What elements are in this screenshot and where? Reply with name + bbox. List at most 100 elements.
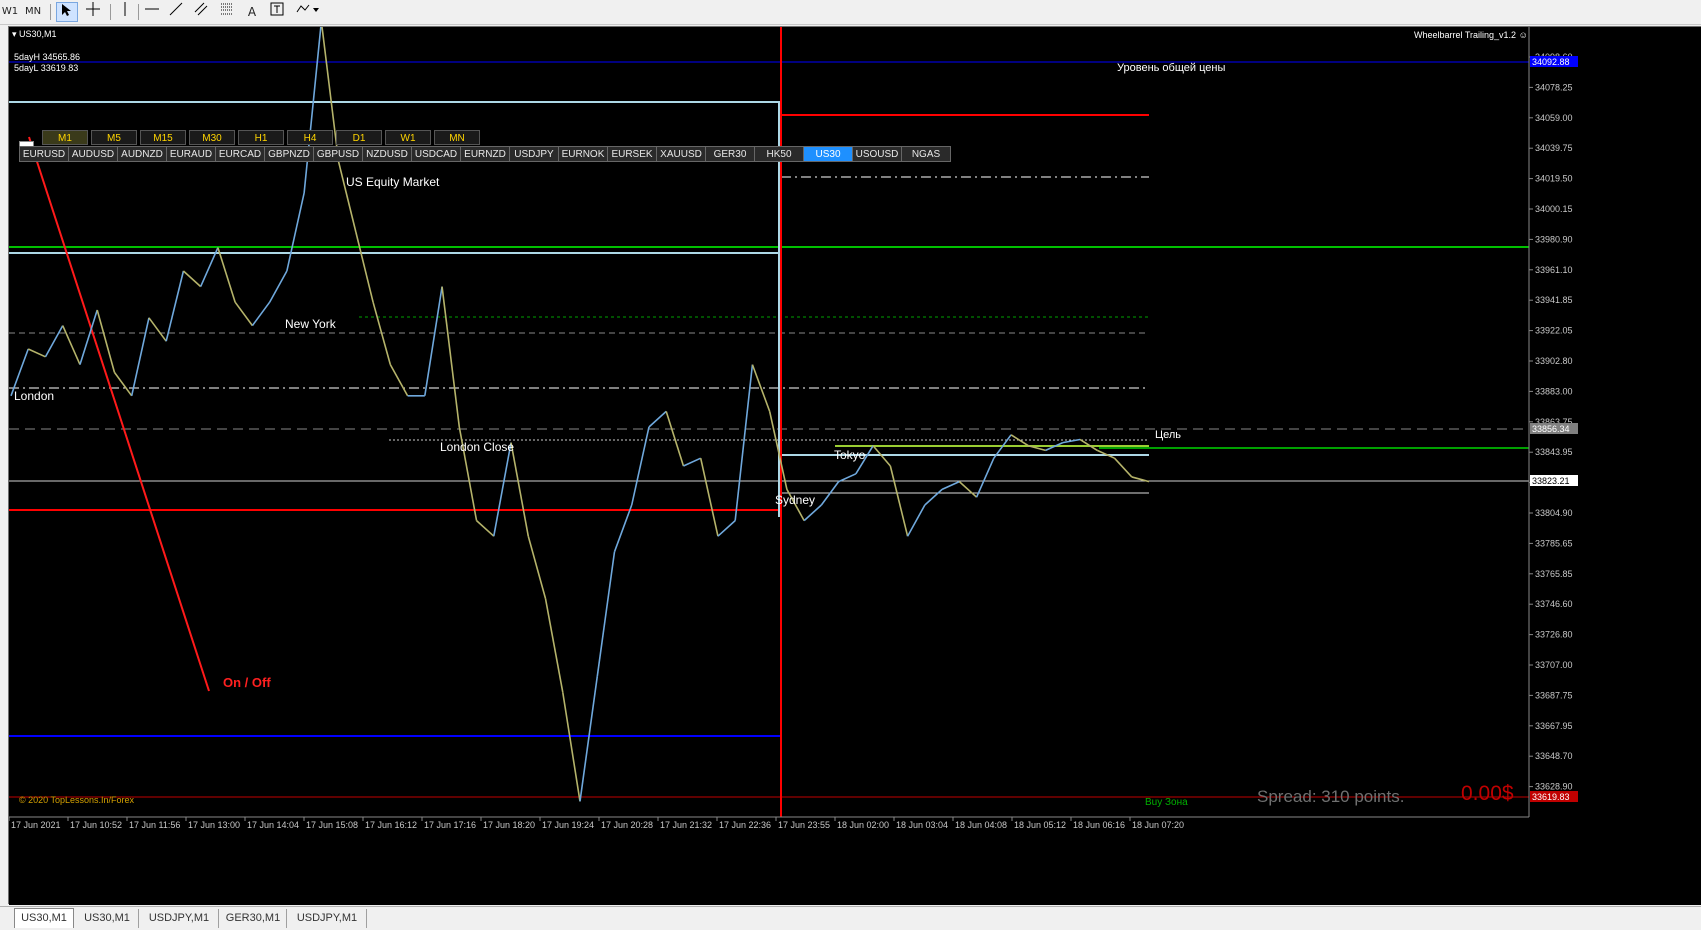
price-segment — [838, 473, 857, 483]
price-tick-label: 33922.05 — [1535, 326, 1573, 336]
price-segment — [286, 192, 305, 272]
symbol-button-euraud[interactable]: EURAUD — [166, 146, 216, 162]
chart-menu-icon[interactable]: ▾ — [12, 29, 19, 39]
price-tick-label: 33804.90 — [1535, 508, 1573, 518]
spread-label: Spread: 310 points. — [1257, 787, 1405, 806]
timeframe-button-m30[interactable]: M30 — [189, 130, 235, 145]
price-segment — [717, 520, 736, 537]
vertical-line-icon[interactable] — [116, 2, 134, 22]
price-segment — [889, 465, 909, 537]
symbol-button-eurusd[interactable]: EURUSD — [19, 146, 69, 162]
price-segment — [958, 481, 978, 498]
five-day-high: 5dayH 34565.86 — [14, 52, 81, 62]
symbol-button-ger30[interactable]: GER30 — [705, 146, 755, 162]
tab-usdjpy-m1[interactable]: USDJPY,M1 — [140, 909, 219, 928]
tab-us30-m1-2[interactable]: US30,M1 — [76, 909, 139, 928]
timeframe-button-w1[interactable]: W1 — [385, 130, 431, 145]
price-tick-label: 33843.95 — [1535, 447, 1573, 457]
symbol-button-us30[interactable]: US30 — [803, 146, 853, 162]
symbol-button-audnzd[interactable]: AUDNZD — [117, 146, 167, 162]
timeframe-w1-button[interactable]: W1 — [0, 2, 20, 22]
price-segment — [1113, 457, 1133, 478]
cursor-icon[interactable] — [56, 2, 78, 22]
symbol-button-ngas[interactable]: NGAS — [901, 146, 951, 162]
price-segment — [527, 535, 547, 599]
time-tick-label: 17 Jun 18:20 — [483, 820, 535, 830]
price-segment — [61, 325, 81, 365]
trendline-icon[interactable] — [166, 2, 186, 22]
toolbar-divider — [138, 4, 139, 20]
shapes-dropdown-icon[interactable] — [292, 2, 324, 22]
price-segment — [630, 426, 650, 506]
price-tick-label: 33902.80 — [1535, 356, 1573, 366]
session-sydney-label: Sydney — [775, 493, 816, 507]
symbol-button-gbpusd[interactable]: GBPUSD — [313, 146, 363, 162]
text-icon[interactable]: A — [242, 2, 262, 22]
crosshair-icon[interactable] — [82, 2, 104, 22]
symbol-button-usdjpy[interactable]: USDJPY — [509, 146, 559, 162]
price-segment — [148, 317, 167, 342]
time-tick-label: 18 Jun 07:20 — [1132, 820, 1184, 830]
price-tick-label: 34078.25 — [1535, 82, 1573, 92]
symbol-button-audusd[interactable]: AUDUSD — [68, 146, 118, 162]
price-tick-label: 34039.75 — [1535, 143, 1573, 153]
time-tick-label: 17 Jun 21:32 — [660, 820, 712, 830]
chart-tabs: US30,M1 US30,M1 USDJPY,M1 GER30,M1 USDJP… — [0, 906, 1701, 930]
symbol-button-hk50[interactable]: HK50 — [754, 146, 804, 162]
session-london-label: London — [14, 389, 55, 403]
timeframe-button-mn[interactable]: MN — [434, 130, 480, 145]
price-segment — [130, 317, 150, 396]
price-segment — [683, 457, 702, 467]
time-tick-label: 17 Jun 15:08 — [306, 820, 358, 830]
symbol-button-gbpnzd[interactable]: GBPNZD — [264, 146, 314, 162]
timeframe-button-m15[interactable]: M15 — [140, 130, 186, 145]
price-segment — [337, 161, 357, 233]
price-segment — [613, 504, 633, 553]
time-tick-label: 18 Jun 05:12 — [1014, 820, 1066, 830]
price-segment — [665, 411, 685, 467]
timeframe-mn-button[interactable]: MN — [22, 2, 44, 22]
symbol-button-usousd[interactable]: USOUSD — [852, 146, 902, 162]
tab-usdjpy-m1-2[interactable]: USDJPY,M1 — [288, 909, 367, 928]
timeframe-button-h4[interactable]: H4 — [287, 130, 333, 145]
toolbar-divider — [110, 4, 111, 20]
symbol-button-usdcad[interactable]: USDCAD — [411, 146, 461, 162]
symbol-button-xauusd[interactable]: XAUUSD — [656, 146, 706, 162]
price-tag-top: 34092.88 — [1532, 57, 1570, 67]
time-axis-bg — [9, 817, 1701, 905]
price-segment — [924, 488, 943, 506]
timeframe-button-m1[interactable]: M1 — [42, 130, 88, 145]
price-tick-label: 33648.70 — [1535, 751, 1573, 761]
price-segment — [113, 371, 133, 397]
price-tick-label: 33687.75 — [1535, 690, 1573, 700]
timeframe-button-d1[interactable]: D1 — [336, 130, 382, 145]
timeframe-button-h1[interactable]: H1 — [238, 130, 284, 145]
time-tick-label: 17 Jun 10:52 — [70, 820, 122, 830]
symbol-button-nzdusd[interactable]: NZDUSD — [362, 146, 412, 162]
price-segment — [355, 231, 374, 303]
symbol-button-eurnzd[interactable]: EURNZD — [460, 146, 510, 162]
price-tick-label: 33726.80 — [1535, 630, 1573, 640]
symbol-button-eurcad[interactable]: EURCAD — [215, 146, 265, 162]
timeframe-button-m5[interactable]: M5 — [91, 130, 137, 145]
channels-icon[interactable] — [190, 2, 212, 22]
profit-label: 0.00$ — [1461, 782, 1514, 805]
price-segment — [234, 301, 254, 327]
tab-ger30-m1[interactable]: GER30,M1 — [220, 909, 287, 928]
price-tag-low: 33619.83 — [1532, 792, 1570, 802]
horizontal-line-icon[interactable] — [142, 2, 162, 22]
fibonacci-icon[interactable] — [216, 2, 238, 22]
price-tick-label: 33941.85 — [1535, 295, 1573, 305]
symbol-button-eursek[interactable]: EURSEK — [607, 146, 657, 162]
price-segment — [493, 442, 512, 537]
label-icon[interactable] — [266, 2, 288, 22]
tab-us30-m1[interactable]: US30,M1 — [14, 908, 74, 928]
symbol-button-eurnok[interactable]: EURNOK — [558, 146, 608, 162]
price-tick-label: 33707.00 — [1535, 660, 1573, 670]
price-segment — [544, 598, 564, 693]
toolbar: W1 MN A — [0, 0, 1701, 25]
price-segment — [476, 520, 495, 537]
price-tick-label: 33765.85 — [1535, 569, 1573, 579]
price-segment — [389, 364, 409, 397]
price-segment — [424, 286, 443, 396]
